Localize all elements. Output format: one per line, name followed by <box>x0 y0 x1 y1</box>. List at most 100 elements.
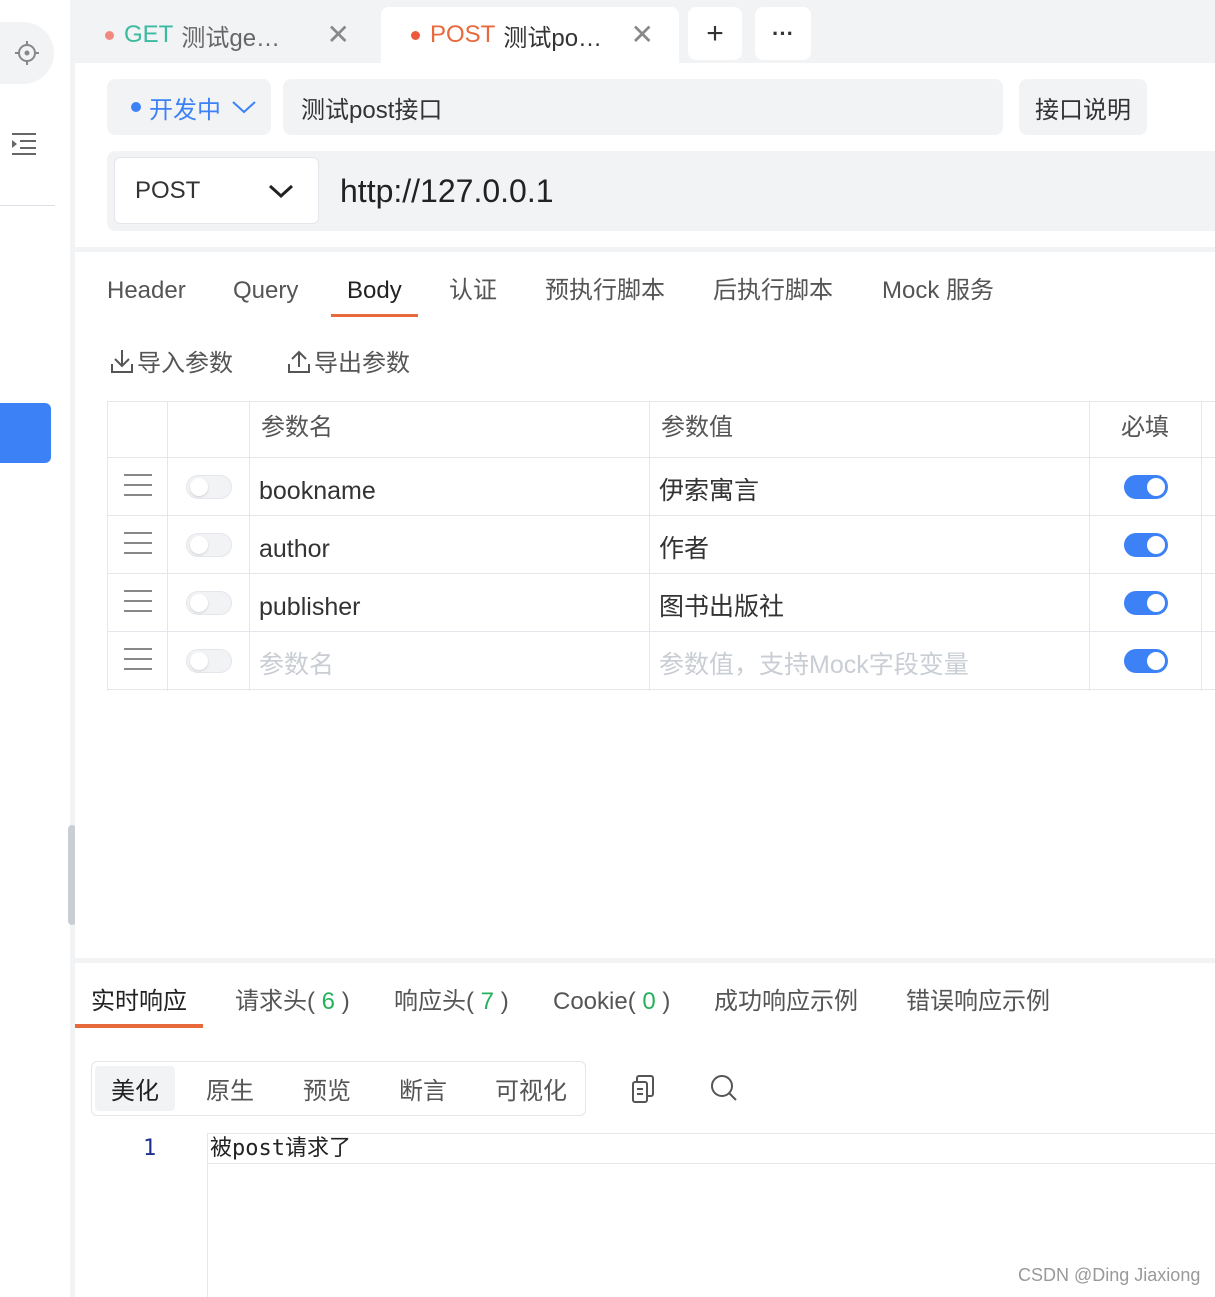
tab-get-request[interactable]: GET 测试get… ✕ <box>75 7 375 63</box>
table-border <box>107 689 1215 690</box>
active-tab-indicator <box>331 314 418 317</box>
close-icon[interactable]: ✕ <box>631 21 654 49</box>
view-assert-button[interactable]: 断言 <box>383 1066 463 1111</box>
tab-post-request[interactable]: POST 测试post… ✕ <box>381 7 679 63</box>
param-name-cell[interactable]: bookname <box>259 473 376 509</box>
enable-toggle[interactable] <box>186 475 232 499</box>
count-badge: 6 <box>321 988 336 1015</box>
more-tabs-button[interactable]: ··· <box>755 7 811 60</box>
view-preview-button[interactable]: 预览 <box>287 1066 367 1111</box>
api-doc-button[interactable]: 接口说明 <box>1019 79 1147 135</box>
required-toggle[interactable] <box>1124 649 1168 673</box>
enable-toggle[interactable] <box>186 533 232 557</box>
tab-body[interactable]: Body <box>347 274 402 308</box>
url-input[interactable]: http://127.0.0.1 <box>340 165 554 217</box>
table-border <box>107 401 108 691</box>
drag-handle-icon[interactable] <box>124 474 152 496</box>
upload-icon <box>288 350 310 373</box>
tab-cookie[interactable]: Cookie( 0 ) <box>553 985 670 1019</box>
collapse-menu-button[interactable] <box>8 128 40 160</box>
count-badge: 0 <box>642 988 656 1015</box>
tab-pre-script[interactable]: 预执行脚本 <box>545 274 665 308</box>
required-toggle[interactable] <box>1124 533 1168 557</box>
view-visualize-button[interactable]: 可视化 <box>485 1066 577 1111</box>
status-dot <box>131 102 141 112</box>
param-name-input[interactable]: 参数名 <box>259 647 334 683</box>
tab-post-script[interactable]: 后执行脚本 <box>713 274 833 308</box>
tab-title: 测试get… <box>181 24 287 52</box>
left-sidebar <box>0 0 70 1297</box>
chevron-down-icon <box>268 184 294 198</box>
sidebar-active-item[interactable] <box>0 403 51 463</box>
enable-toggle[interactable] <box>186 591 232 615</box>
method-value: POST <box>135 176 201 204</box>
table-border <box>107 515 1215 516</box>
drag-handle-icon[interactable] <box>124 648 152 670</box>
view-pretty-button[interactable]: 美化 <box>95 1066 175 1111</box>
watermark: CSDN @Ding Jiaxiong <box>1018 1265 1201 1285</box>
param-value-input[interactable]: 参数值，支持Mock字段变量 <box>659 647 969 683</box>
chevron-down-icon <box>232 101 256 114</box>
search-icon[interactable] <box>710 1074 738 1107</box>
table-border <box>167 401 168 691</box>
tab-suffix: ) <box>341 988 350 1015</box>
table-border <box>107 631 1215 632</box>
close-icon[interactable]: ✕ <box>327 21 350 49</box>
tab-suffix: ) <box>662 988 671 1015</box>
table-border <box>107 401 1215 402</box>
response-body-text: 被post请求了 <box>210 1136 351 1161</box>
active-line-highlight <box>207 1133 1215 1164</box>
table-border <box>249 401 250 691</box>
copy-icon[interactable] <box>630 1074 656 1109</box>
param-name-cell[interactable]: author <box>259 531 330 567</box>
table-border <box>107 457 1215 458</box>
drag-handle-icon[interactable] <box>124 532 152 554</box>
api-doc-label: 接口说明 <box>1035 96 1131 124</box>
plus-icon: + <box>706 16 724 50</box>
method-select[interactable]: POST <box>114 157 319 224</box>
enable-toggle[interactable] <box>186 649 232 673</box>
table-border <box>107 573 1215 574</box>
status-label: 开发中 <box>149 96 221 124</box>
tab-title: 测试post… <box>503 24 608 52</box>
required-toggle[interactable] <box>1124 591 1168 615</box>
view-raw-button[interactable]: 原生 <box>190 1066 270 1111</box>
status-select[interactable]: 开发中 <box>107 79 271 135</box>
line-number: 1 <box>143 1136 157 1161</box>
api-name-input[interactable]: 测试post接口 <box>283 79 1003 135</box>
export-params-button[interactable]: 导出参数 <box>286 343 410 378</box>
drag-handle-icon[interactable] <box>124 590 152 612</box>
import-params-button[interactable]: 导入参数 <box>109 343 233 378</box>
active-tab-indicator <box>75 1024 203 1028</box>
tab-live-response[interactable]: 实时响应 <box>91 985 187 1019</box>
download-icon <box>111 349 133 373</box>
param-name-cell[interactable]: publisher <box>259 589 360 625</box>
tab-header[interactable]: Header <box>107 274 186 308</box>
export-params-label: 导出参数 <box>314 350 410 377</box>
tab-method: GET <box>124 21 174 48</box>
table-border <box>1201 401 1202 691</box>
table-border <box>649 401 650 691</box>
column-header-required: 必填 <box>1121 414 1169 441</box>
tab-label: 请求头( <box>235 988 315 1015</box>
tab-response-headers[interactable]: 响应头( 7 ) <box>394 985 509 1019</box>
tab-query[interactable]: Query <box>233 274 298 308</box>
indent-list-icon <box>12 133 36 155</box>
tab-error-example[interactable]: 错误响应示例 <box>906 985 1050 1019</box>
more-icon: ··· <box>772 20 794 46</box>
count-badge: 7 <box>480 988 495 1015</box>
unsaved-dot <box>411 30 420 40</box>
sidebar-divider <box>0 205 55 206</box>
tab-mock-service[interactable]: Mock 服务 <box>882 274 994 308</box>
param-value-cell[interactable]: 图书出版社 <box>659 589 784 625</box>
import-params-label: 导入参数 <box>137 350 233 377</box>
new-tab-button[interactable]: + <box>688 7 742 60</box>
column-header-name: 参数名 <box>261 414 333 441</box>
tab-auth[interactable]: 认证 <box>449 274 497 308</box>
tab-request-headers[interactable]: 请求头( 6 ) <box>235 985 350 1019</box>
table-border <box>1089 401 1090 691</box>
param-value-cell[interactable]: 作者 <box>659 531 709 567</box>
required-toggle[interactable] <box>1124 475 1168 499</box>
tab-success-example[interactable]: 成功响应示例 <box>714 985 858 1019</box>
param-value-cell[interactable]: 伊索寓言 <box>659 473 759 509</box>
